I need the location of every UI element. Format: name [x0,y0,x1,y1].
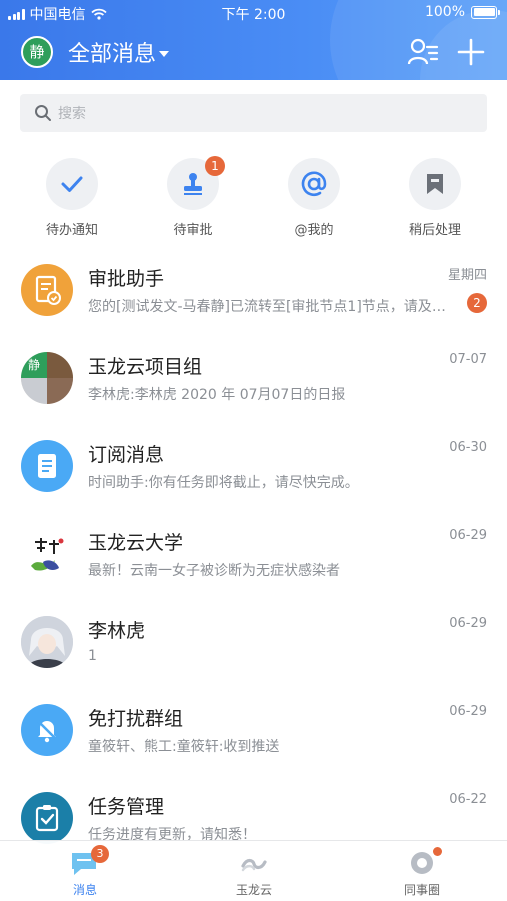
university-logo [21,528,73,580]
messages-badge: 3 [91,845,109,863]
search-bar[interactable]: 搜索 [20,94,487,132]
message-date: 06-29 [449,704,487,719]
message-row[interactable]: 审批助手 您的[测试发文-马春静]已流转至[审批节点1]节点，请及时处理 星期四… [0,246,507,334]
message-date: 07-07 [449,352,487,367]
group-member-avatar [47,378,73,404]
tab-label: 消息 [72,883,97,897]
quick-action-label: 稍后处理 [408,223,461,238]
cloud-logo-icon [238,849,270,877]
quick-action-approval[interactable]: 1 待审批 [141,156,245,238]
stamp-icon [184,173,202,195]
message-preview: 最新！云南一女子被诊断为无症状感染者 [88,563,340,579]
message-date: 星期四 [447,268,487,283]
message-name: 免打扰群组 [88,708,184,730]
chat-bubble-icon: 3 [69,845,109,877]
my-avatar[interactable]: 静 [21,36,53,68]
search-icon [35,105,51,121]
message-row[interactable]: 免打扰群组 童筱轩、熊工:童筱轩:收到推送 06-29 [0,686,507,774]
message-name: 玉龙云项目组 [88,356,203,378]
title-bar: 静 全部消息 [0,28,507,76]
status-bar: 中国电信 下午 2:00 100% [0,0,507,26]
battery-icon [471,5,500,19]
message-date: 06-30 [449,440,487,455]
message-date: 06-29 [449,528,487,543]
message-preview: 时间助手:你有任务即将截止，请尽快完成。 [88,475,359,491]
search-placeholder: 搜索 [58,106,86,122]
message-name: 审批助手 [88,268,165,290]
group-member-avatar: 静 [21,352,47,378]
tab-yulongyun[interactable]: 玉龙云 [194,841,314,901]
message-filter-dropdown[interactable]: 全部消息 [68,36,170,68]
tab-colleague-circle[interactable]: 同事圈 [362,841,482,901]
message-preview: 1 [88,648,97,664]
battery-info: 100% [424,4,500,20]
caret-down-icon [159,50,170,57]
message-name: 玉龙云大学 [88,532,184,554]
quick-action-circle [46,158,98,210]
quick-action-label: 待审批 [173,223,213,238]
user-avatar [21,616,73,668]
task-icon [21,792,73,844]
message-name: 任务管理 [88,796,165,818]
message-row[interactable]: 订阅消息 时间助手:你有任务即将截止，请尽快完成。 06-30 [0,422,507,510]
message-preview: 童筱轩、熊工:童筱轩:收到推送 [88,739,280,755]
quick-action-circle [288,158,340,210]
approval-badge: 1 [205,156,225,176]
tab-label: 同事圈 [403,883,440,897]
quick-action-circle [409,158,461,210]
contacts-icon[interactable] [407,37,439,67]
page-title: 全部消息 [68,42,157,67]
battery-percent: 100% [424,4,465,20]
quick-actions: 待办通知 1 待审批 @我的 稍后处理 [0,156,507,238]
notification-dot [433,847,442,856]
header: 中国电信 下午 2:00 100% 静 全部消息 [0,0,507,80]
message-date: 06-29 [449,616,487,631]
quick-action-label: 待办通知 [45,223,98,238]
message-name: 订阅消息 [88,444,165,466]
tab-label: 玉龙云 [235,883,272,897]
document-icon [21,440,73,492]
message-preview: 您的[测试发文-马春静]已流转至[审批节点1]节点，请及时处理 [88,299,458,315]
tab-messages[interactable]: 3 消息 [25,841,145,901]
message-list: 审批助手 您的[测试发文-马春静]已流转至[审批节点1]节点，请及时处理 星期四… [0,246,507,862]
message-date: 06-22 [449,792,487,807]
mute-bell-icon [21,704,73,756]
quick-action-todo[interactable]: 待办通知 [20,158,124,238]
group-member-avatar [21,378,47,404]
message-preview: 李林虎:李林虎 2020 年 07月07日的日报 [88,387,346,403]
quick-action-mentions[interactable]: @我的 [262,158,366,238]
at-icon [301,171,327,197]
message-name: 李林虎 [88,620,146,642]
quick-action-circle: 1 [167,156,225,210]
message-row[interactable]: 李林虎 1 06-29 [0,598,507,686]
message-row[interactable]: 玉龙云大学 最新！云南一女子被诊断为无症状感染者 06-29 [0,510,507,598]
message-row[interactable]: 静 玉龙云项目组 李林虎:李林虎 2020 年 07月07日的日报 07-07 [0,334,507,422]
unread-badge: 2 [467,293,487,313]
check-icon [61,176,83,192]
group-avatar: 静 [21,352,73,404]
group-member-avatar [47,352,73,378]
quick-action-label: @我的 [294,223,334,238]
bookmark-icon [427,174,443,194]
circle-icon [406,847,442,877]
plus-icon[interactable] [456,37,486,67]
approval-assistant-icon [21,264,73,316]
quick-action-later[interactable]: 稍后处理 [383,158,487,238]
tab-bar: 3 消息 玉龙云 同事圈 [0,840,507,901]
